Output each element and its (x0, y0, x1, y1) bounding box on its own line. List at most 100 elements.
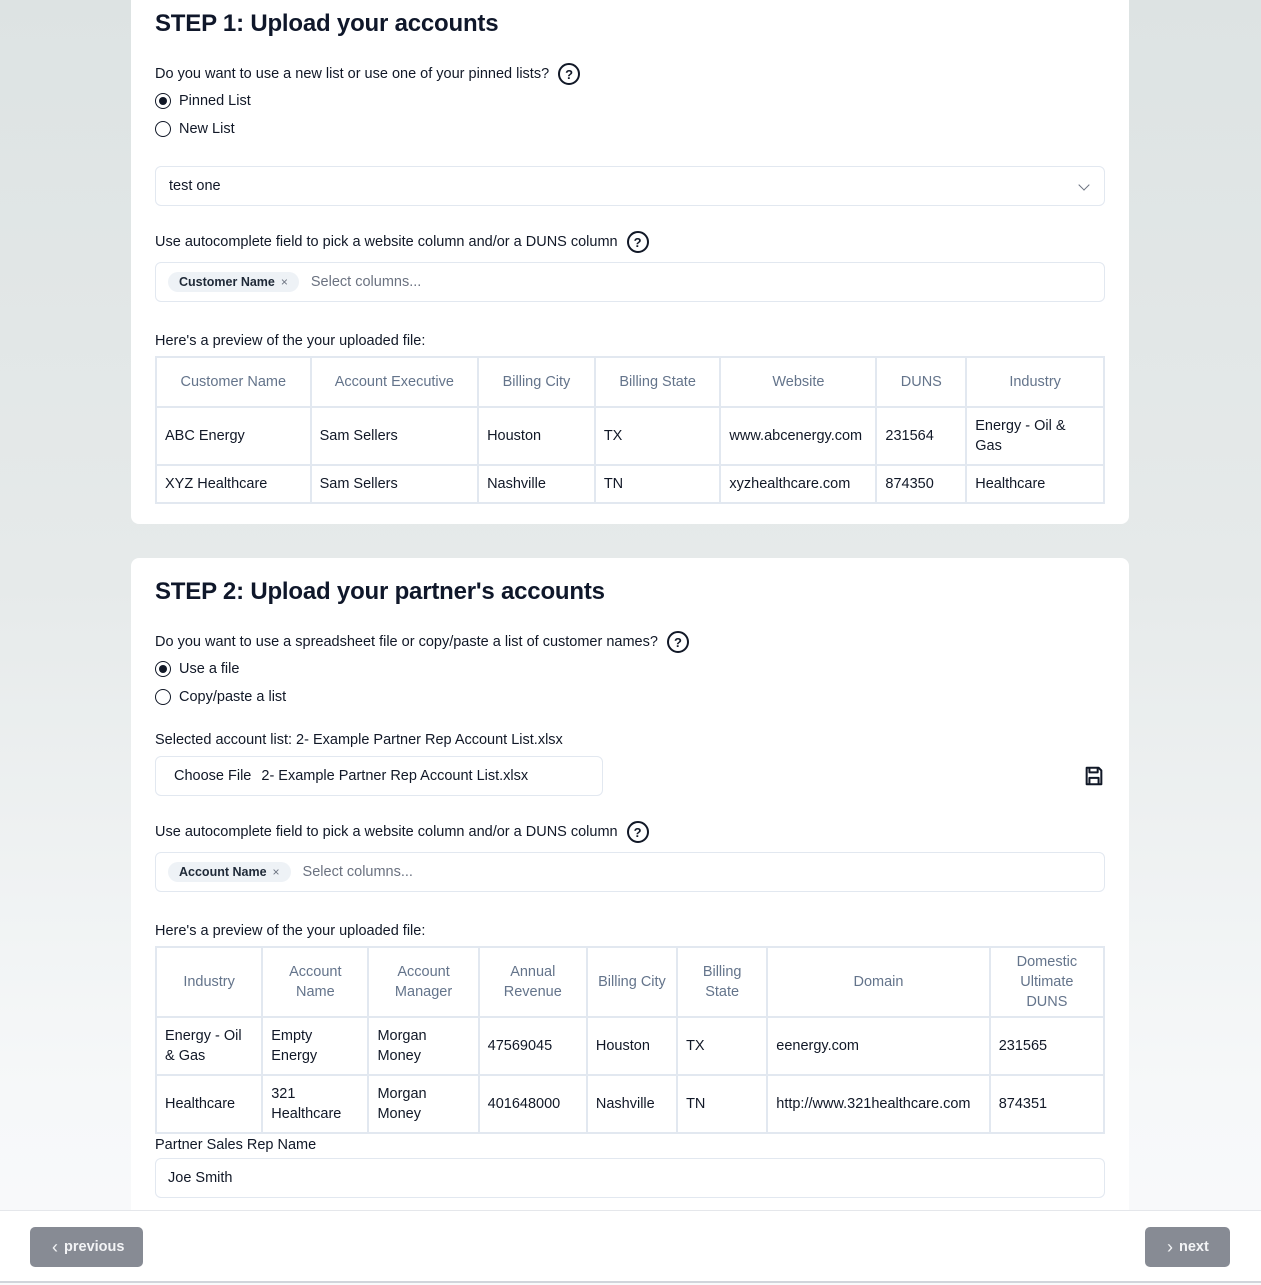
table-cell: 874350 (875, 464, 968, 504)
step1-preview-label: Here's a preview of the your uploaded fi… (155, 333, 426, 349)
radio-button-checked[interactable] (155, 93, 171, 109)
previous-label: previous (64, 1239, 125, 1255)
radio-label: New List (179, 121, 235, 137)
table-header: Customer Name (155, 356, 312, 408)
step1-title: STEP 1: Upload your accounts (155, 10, 499, 37)
selected-list-label: Selected account list: 2- Example Partne… (155, 732, 563, 748)
step2-question-text: Do you want to use a spreadsheet file or… (155, 634, 658, 650)
table-header: Industry (965, 356, 1105, 408)
table-header: Website (719, 356, 878, 408)
table-cell: 231564 (875, 406, 968, 466)
pinned-list-select[interactable]: test one (155, 166, 1105, 206)
radio-button-checked[interactable] (155, 661, 171, 677)
close-icon[interactable]: × (281, 275, 288, 289)
step1-question: Do you want to use a new list or use one… (155, 63, 581, 85)
step2-preview-label: Here's a preview of the your uploaded fi… (155, 923, 426, 939)
step1-card: STEP 1: Upload your accounts Do you want… (131, 0, 1129, 524)
column-tag-label: Customer Name (179, 275, 275, 289)
radio-label: Copy/paste a list (179, 689, 287, 705)
step2-preview-table: Industry Account Name Account Manager An… (154, 946, 1106, 1134)
step2-card: STEP 2: Upload your partner's accounts D… (131, 558, 1129, 1258)
table-header: Account Executive (309, 356, 480, 408)
radio-button[interactable] (155, 121, 171, 137)
column-tag-label: Account Name (179, 865, 267, 879)
file-input[interactable]: Choose File 2- Example Partner Rep Accou… (155, 756, 603, 796)
table-header: Billing City (585, 946, 679, 1018)
table-header-row: Industry Account Name Account Manager An… (154, 946, 1106, 1018)
table-header: Billing City (477, 356, 596, 408)
radio-new-list[interactable]: New List (155, 121, 235, 137)
choose-file-button[interactable]: Choose File (174, 768, 251, 784)
table-cell: www.abcenergy.com (719, 406, 878, 466)
step1-column-select[interactable]: Customer Name × (155, 262, 1105, 302)
partner-rep-label: Partner Sales Rep Name (155, 1137, 317, 1153)
next-button[interactable]: › next (1145, 1227, 1230, 1267)
step1-question-text: Do you want to use a new list or use one… (155, 66, 550, 82)
radio-copy-paste[interactable]: Copy/paste a list (155, 689, 286, 705)
table-cell: TX (676, 1016, 769, 1076)
table-header: Domain (766, 946, 991, 1018)
close-icon[interactable]: × (273, 865, 280, 879)
table-header: Account Name (261, 946, 370, 1018)
table-row: Energy - Oil & Gas Empty Energy Morgan M… (154, 1016, 1106, 1076)
radio-button[interactable] (155, 689, 171, 705)
chevron-left-icon: ‹ (52, 1236, 58, 1257)
help-icon[interactable]: ? (666, 631, 689, 653)
next-label: next (1179, 1239, 1209, 1255)
table-row: ABC Energy Sam Sellers Houston TX www.ab… (155, 406, 1105, 466)
table-header: Industry (154, 946, 264, 1018)
table-cell: Morgan Money (367, 1074, 480, 1134)
table-cell: TN (676, 1074, 769, 1134)
autocomplete-label-text: Use autocomplete field to pick a website… (155, 824, 618, 840)
table-cell: TX (593, 406, 722, 466)
table-cell: 874351 (988, 1074, 1106, 1134)
table-header: DUNS (875, 356, 968, 408)
table-cell: Houston (585, 1016, 679, 1076)
table-cell: Houston (477, 406, 596, 466)
table-row: XYZ Healthcare Sam Sellers Nashville TN … (155, 464, 1105, 504)
table-cell: Energy - Oil & Gas (965, 406, 1105, 466)
previous-button[interactable]: ‹ previous (30, 1227, 143, 1267)
table-cell: xyzhealthcare.com (719, 464, 878, 504)
step1-preview-table: Customer Name Account Executive Billing … (155, 356, 1105, 504)
help-icon[interactable]: ? (626, 821, 649, 843)
table-cell: 231565 (988, 1016, 1106, 1076)
table-header: Annual Revenue (477, 946, 588, 1018)
table-cell: Morgan Money (367, 1016, 480, 1076)
table-header: Account Manager (367, 946, 480, 1018)
table-cell: Nashville (477, 464, 596, 504)
table-cell: eenergy.com (766, 1016, 991, 1076)
table-cell: Nashville (585, 1074, 679, 1134)
radio-label: Use a file (179, 661, 240, 677)
radio-pinned-list[interactable]: Pinned List (155, 93, 251, 109)
table-cell: XYZ Healthcare (155, 464, 312, 504)
autocomplete-label-text: Use autocomplete field to pick a website… (155, 234, 618, 250)
table-cell: Healthcare (154, 1074, 264, 1134)
chevron-right-icon: › (1167, 1236, 1173, 1257)
column-search-input[interactable] (310, 274, 611, 290)
pinned-list-select-value: test one (169, 178, 221, 194)
file-name: 2- Example Partner Rep Account List.xlsx (261, 768, 529, 784)
save-icon[interactable] (1083, 765, 1105, 787)
column-search-input[interactable] (302, 864, 603, 880)
step2-question: Do you want to use a spreadsheet file or… (155, 631, 689, 653)
table-cell: 401648000 (477, 1074, 588, 1134)
step2-column-select[interactable]: Account Name × (155, 852, 1105, 892)
table-header-row: Customer Name Account Executive Billing … (155, 356, 1105, 408)
column-tag: Account Name × (168, 862, 291, 882)
help-icon[interactable]: ? (558, 63, 581, 85)
table-row: Healthcare 321 Healthcare Morgan Money 4… (154, 1074, 1106, 1134)
step2-title: STEP 2: Upload your partner's accounts (155, 578, 605, 605)
footer-nav: ‹ previous › next (0, 1210, 1261, 1283)
table-cell: Energy - Oil & Gas (154, 1016, 264, 1076)
radio-use-file[interactable]: Use a file (155, 661, 239, 677)
table-cell: Empty Energy (261, 1016, 370, 1076)
step1-autocomplete-label: Use autocomplete field to pick a website… (155, 231, 649, 253)
partner-rep-name-input[interactable] (155, 1158, 1105, 1198)
help-icon[interactable]: ? (626, 231, 649, 253)
table-header: Billing State (593, 356, 722, 408)
table-header: Billing State (676, 946, 769, 1018)
table-cell: TN (593, 464, 722, 504)
table-header: Domestic Ultimate DUNS (988, 946, 1106, 1018)
table-cell: http://www.321healthcare.com (766, 1074, 991, 1134)
